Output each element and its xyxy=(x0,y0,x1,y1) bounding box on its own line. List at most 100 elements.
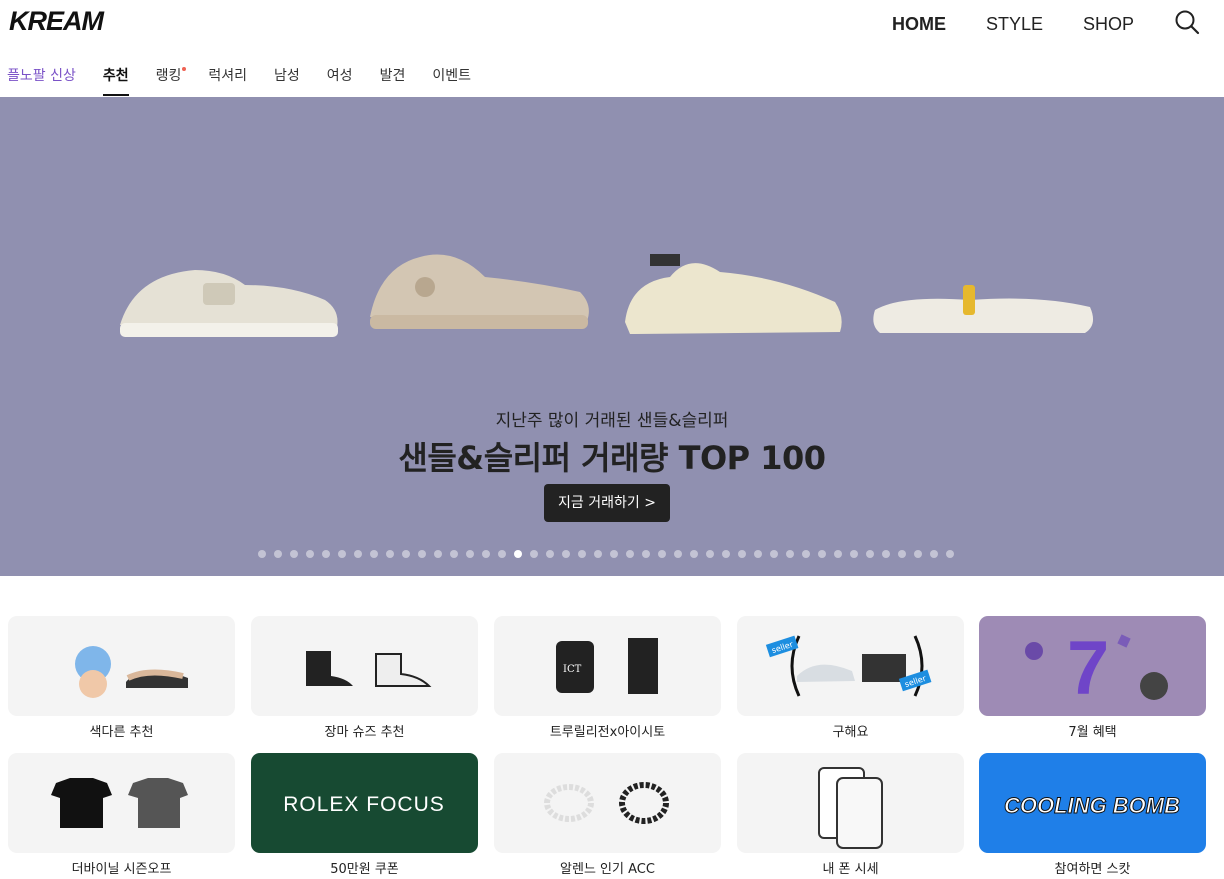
carousel-dot[interactable] xyxy=(290,550,298,558)
shoe-image-3 xyxy=(625,254,842,334)
shoe-image-4 xyxy=(873,285,1094,333)
carousel-dot[interactable] xyxy=(370,550,378,558)
carousel-dot[interactable] xyxy=(578,550,586,558)
card-label: 더바이닐 시즌오프 xyxy=(71,862,172,877)
card-label: 구해요 xyxy=(832,725,869,740)
carousel-dot[interactable] xyxy=(674,550,682,558)
card-thumbnail: ICT xyxy=(494,616,721,716)
carousel-dot[interactable] xyxy=(754,550,762,558)
carousel-dot[interactable] xyxy=(338,550,346,558)
carousel-dot[interactable] xyxy=(786,550,794,558)
carousel-dot[interactable] xyxy=(946,550,954,558)
shortcut-card[interactable]: seller seller 구해요 xyxy=(737,616,964,740)
shortcut-card[interactable]: 색다른 추천 xyxy=(8,616,235,740)
shortcut-card[interactable]: 내 폰 시세 xyxy=(737,753,964,877)
banner-title: 샌들&슬리퍼 거래량 TOP 100 xyxy=(398,439,826,477)
carousel-dot[interactable] xyxy=(434,550,442,558)
carousel-dot[interactable] xyxy=(450,550,458,558)
search-icon[interactable] xyxy=(1174,9,1204,39)
tab-recommend[interactable]: 추천 xyxy=(102,60,129,96)
carousel-dot[interactable] xyxy=(418,550,426,558)
carousel-dot[interactable] xyxy=(402,550,410,558)
banner-cta-button[interactable]: 지금 거래하기 > xyxy=(544,484,670,522)
kream-logo[interactable]: KREAM xyxy=(9,6,104,37)
tab-discover[interactable]: 발견 xyxy=(380,60,406,96)
card-thumbnail: COOLING BOMB xyxy=(979,753,1206,853)
carousel-dot[interactable] xyxy=(514,550,522,558)
nav-home[interactable]: HOME xyxy=(892,14,946,35)
carousel-dot[interactable] xyxy=(322,550,330,558)
tab-ranking-label: 랭킹 xyxy=(155,68,182,84)
carousel-dot[interactable] xyxy=(898,550,906,558)
shortcut-card[interactable]: 장마 슈즈 추천 xyxy=(251,616,478,740)
thumb-text: ICT xyxy=(563,664,582,675)
card-label: 50만원 쿠폰 xyxy=(330,862,399,877)
card-thumbnail: seller seller xyxy=(737,616,964,716)
header: KREAM HOME STYLE SHOP xyxy=(0,0,1224,56)
carousel-dot[interactable] xyxy=(258,550,266,558)
thumb-text: 7 xyxy=(1067,626,1109,711)
shortcut-card[interactable]: 더바이닐 시즌오프 xyxy=(8,753,235,877)
carousel-dot[interactable] xyxy=(274,550,282,558)
carousel-dot[interactable] xyxy=(530,550,538,558)
carousel-dot[interactable] xyxy=(706,550,714,558)
carousel-dot[interactable] xyxy=(690,550,698,558)
carousel-dot[interactable] xyxy=(850,550,858,558)
carousel-dot[interactable] xyxy=(482,550,490,558)
global-nav: HOME STYLE SHOP xyxy=(892,9,1224,39)
card-label: 장마 슈즈 추천 xyxy=(324,725,405,740)
shortcut-card[interactable]: ROLEX FOCUS 50만원 쿠폰 xyxy=(251,753,478,877)
carousel-dot[interactable] xyxy=(546,550,554,558)
card-thumbnail xyxy=(494,753,721,853)
carousel-dot[interactable] xyxy=(610,550,618,558)
carousel-dot[interactable] xyxy=(306,550,314,558)
carousel-dot[interactable] xyxy=(818,550,826,558)
carousel-dot[interactable] xyxy=(562,550,570,558)
card-thumbnail xyxy=(8,616,235,716)
carousel-dot[interactable] xyxy=(626,550,634,558)
hero-banner[interactable]: 지난주 많이 거래된 샌들&슬리퍼 샌들&슬리퍼 거래량 TOP 100 지금 … xyxy=(0,97,1224,576)
thumb-text: ROLEX FOCUS xyxy=(283,793,445,816)
banner-subtitle: 지난주 많이 거래된 샌들&슬리퍼 xyxy=(495,411,729,431)
tab-event[interactable]: 이벤트 xyxy=(432,60,471,96)
tab-new[interactable]: 플노팔 신상 xyxy=(7,60,76,96)
card-label: 7월 혜택 xyxy=(1068,725,1117,740)
carousel-dot[interactable] xyxy=(770,550,778,558)
card-label: 내 폰 시세 xyxy=(822,862,879,877)
carousel-dot[interactable] xyxy=(594,550,602,558)
shortcut-card[interactable]: ICT 트루릴리전x아이시토 xyxy=(494,616,721,740)
shortcut-card[interactable]: 알렌느 인기 ACC xyxy=(494,753,721,877)
carousel-dot[interactable] xyxy=(802,550,810,558)
carousel-dot[interactable] xyxy=(466,550,474,558)
tab-ranking[interactable]: 랭킹 xyxy=(155,60,187,96)
card-thumbnail: 7 xyxy=(979,616,1206,716)
shoe-image-2 xyxy=(370,254,589,329)
shortcut-card[interactable]: 7 7월 혜택 xyxy=(979,616,1206,740)
carousel-dot[interactable] xyxy=(930,550,938,558)
carousel-dot[interactable] xyxy=(914,550,922,558)
card-thumbnail xyxy=(251,616,478,716)
carousel-dot[interactable] xyxy=(498,550,506,558)
carousel-dot[interactable] xyxy=(722,550,730,558)
card-label: 참여하면 스캇 xyxy=(1054,862,1131,877)
card-label: 알렌느 인기 ACC xyxy=(560,862,655,877)
card-label: 트루릴리전x아이시토 xyxy=(549,725,666,740)
carousel-dot[interactable] xyxy=(866,550,874,558)
nav-shop[interactable]: SHOP xyxy=(1083,14,1134,35)
carousel-dot[interactable] xyxy=(354,550,362,558)
carousel-dot[interactable] xyxy=(658,550,666,558)
carousel-dot[interactable] xyxy=(834,550,842,558)
new-dot xyxy=(182,67,187,71)
carousel-dot[interactable] xyxy=(642,550,650,558)
carousel-dot[interactable] xyxy=(882,550,890,558)
tab-luxury[interactable]: 럭셔리 xyxy=(208,60,247,96)
carousel-dot[interactable] xyxy=(386,550,394,558)
card-label: 색다른 추천 xyxy=(89,725,154,740)
nav-style[interactable]: STYLE xyxy=(986,14,1043,35)
carousel-dot[interactable] xyxy=(738,550,746,558)
card-thumbnail: ROLEX FOCUS xyxy=(251,753,478,853)
carousel-pagination xyxy=(258,550,962,558)
shortcut-card[interactable]: COOLING BOMB 참여하면 스캇 xyxy=(979,753,1206,877)
tab-women[interactable]: 여성 xyxy=(327,60,353,96)
tab-men[interactable]: 남성 xyxy=(274,60,300,96)
